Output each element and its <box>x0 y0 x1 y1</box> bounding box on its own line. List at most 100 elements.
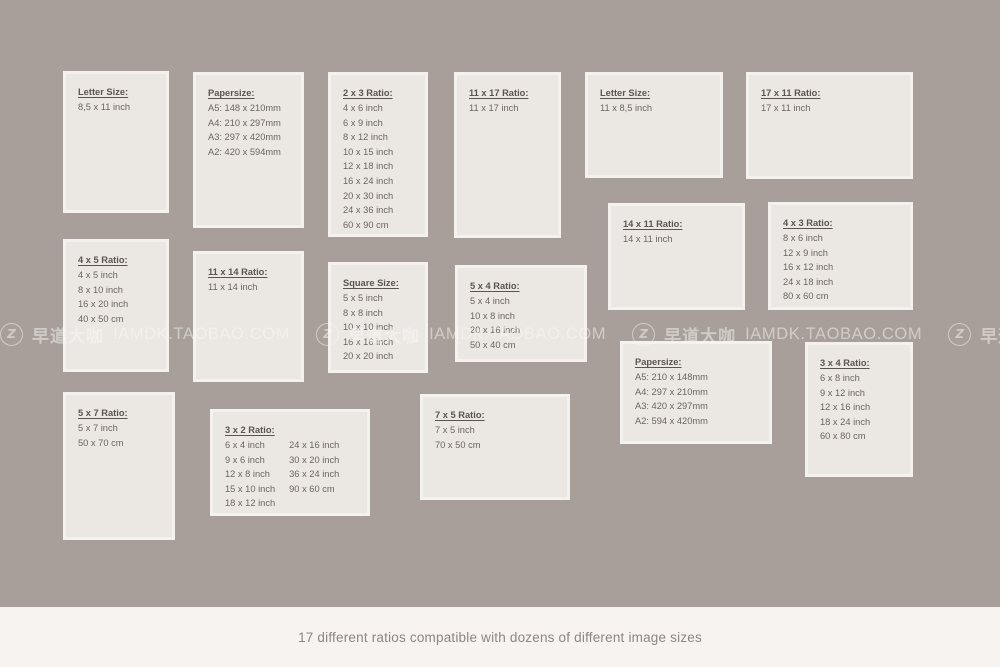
card-title: 2 x 3 Ratio: <box>343 88 393 98</box>
card-column-primary: Letter Size: 11 x 8,5 inch <box>600 86 652 169</box>
screenshot-stage: Letter Size: 8,5 x 11 inch Papersize: A5: 1… <box>0 0 1000 667</box>
card-size-line: 24 x 16 inch <box>289 440 340 450</box>
card-size-line: A5: 210 x 148mm <box>635 372 708 382</box>
card-content: 2 x 3 Ratio: 4 x 6 inch 6 x 9 inch 8 x 12 i… <box>331 75 425 234</box>
card-size-line: A5: 148 x 210mm <box>208 103 281 113</box>
ratio-card-square-size[interactable]: Square Size: 5 x 5 inch 8 x 8 inch 10 x 10 … <box>328 262 428 373</box>
card-size-line: 18 x 24 inch <box>820 416 871 427</box>
ratio-card-ratio-11x14[interactable]: 11 x 14 Ratio: 11 x 14 inch <box>193 251 304 382</box>
ratio-card-ratio-3x4[interactable]: 3 x 4 Ratio: 6 x 8 inch 9 x 12 inch 12 x 16… <box>805 342 913 477</box>
card-column-primary: Papersize: A5: 148 x 210mm A4: 210 x 297mm… <box>208 86 281 219</box>
card-size-line: 16 x 24 inch <box>343 175 394 186</box>
card-size-line: 16 x 12 inch <box>783 262 834 273</box>
card-size-line: 24 x 36 inch <box>343 205 394 216</box>
card-content: Square Size: 5 x 5 inch 8 x 8 inch 10 x 10 … <box>331 265 425 370</box>
card-size-line: 90 x 60 cm <box>289 483 335 494</box>
card-size-line: 8 x 10 inch <box>78 284 123 295</box>
card-column-secondary: 24 x 16 inch 30 x 20 inch 36 x 24 inch 90 x… <box>289 423 339 507</box>
card-content: 5 x 4 Ratio: 5 x 4 inch 10 x 8 inch 20 x 16… <box>458 268 584 359</box>
card-title: Papersize: <box>208 88 255 98</box>
card-size-line: 11 x 14 inch <box>208 282 258 292</box>
card-size-line: 5 x 7 inch <box>78 423 118 433</box>
card-content: 5 x 7 Ratio: 5 x 7 inch 50 x 70 cm <box>66 395 172 537</box>
ratio-card-ratio-5x4[interactable]: 5 x 4 Ratio: 5 x 4 inch 10 x 8 inch 20 x 16… <box>455 265 587 362</box>
card-content: Letter Size: 8,5 x 11 inch <box>66 74 166 210</box>
card-title: 11 x 14 Ratio: <box>208 267 268 277</box>
ratio-card-ratio-4x5[interactable]: 4 x 5 Ratio: 4 x 5 inch 8 x 10 inch 16 x 20… <box>63 239 169 372</box>
ratio-card-ratio-17x11[interactable]: 17 x 11 Ratio: 17 x 11 inch <box>746 72 913 179</box>
card-size-line: 30 x 20 inch <box>289 454 340 465</box>
card-size-line: 10 x 10 inch <box>343 322 394 333</box>
card-size-line: 4 x 5 inch <box>78 270 118 280</box>
card-content: 4 x 5 Ratio: 4 x 5 inch 8 x 10 inch 16 x 20… <box>66 242 166 369</box>
ratio-card-ratio-5x7[interactable]: 5 x 7 Ratio: 5 x 7 inch 50 x 70 cm <box>63 392 175 540</box>
card-content: 14 x 11 Ratio: 14 x 11 inch <box>611 206 742 307</box>
card-column-primary: 14 x 11 Ratio: 14 x 11 inch <box>623 217 682 301</box>
card-column-primary: 3 x 4 Ratio: 6 x 8 inch 9 x 12 inch 12 x 16… <box>820 356 870 468</box>
card-content: 4 x 3 Ratio: 8 x 6 inch 12 x 9 inch 16 x 12… <box>771 205 910 307</box>
card-size-line: 80 x 60 cm <box>783 291 829 302</box>
ratio-card-letter-size-portrait[interactable]: Letter Size: 8,5 x 11 inch <box>63 71 169 213</box>
card-content: Letter Size: 11 x 8,5 inch <box>588 75 720 175</box>
card-size-line: 24 x 18 inch <box>783 276 834 287</box>
card-size-line: 50 x 40 cm <box>470 339 516 350</box>
card-content: Papersize: A5: 148 x 210mm A4: 210 x 297mm… <box>196 75 301 225</box>
card-size-line: 20 x 20 inch <box>343 351 394 362</box>
card-column-primary: 3 x 2 Ratio: 6 x 4 inch 9 x 6 inch 12 x 8 i… <box>225 423 276 508</box>
card-size-line: 9 x 6 inch <box>225 454 265 465</box>
card-column-primary: 5 x 7 Ratio: 5 x 7 inch 50 x 70 cm <box>78 406 128 531</box>
card-size-line: 18 x 12 inch <box>225 498 276 509</box>
card-size-line: 7 x 5 inch <box>435 425 475 435</box>
card-content: 7 x 5 Ratio: 7 x 5 inch 70 x 50 cm <box>423 397 567 497</box>
card-title: 7 x 5 Ratio: <box>435 410 485 420</box>
card-size-line: 50 x 70 cm <box>78 437 124 448</box>
card-size-line: 5 x 5 inch <box>343 293 383 303</box>
card-size-line: 40 x 50 cm <box>78 313 124 324</box>
card-size-line: A3: 420 x 297mm <box>635 401 708 412</box>
card-content: 3 x 2 Ratio: 6 x 4 inch 9 x 6 inch 12 x 8 i… <box>213 412 367 513</box>
card-size-line: 5 x 4 inch <box>470 296 510 306</box>
card-size-line: 60 x 90 cm <box>343 219 389 230</box>
card-content: Papersize: A5: 210 x 148mm A4: 297 x 210mm… <box>623 344 769 441</box>
ratio-card-papersize-portrait[interactable]: Papersize: A5: 148 x 210mm A4: 210 x 297mm… <box>193 72 304 228</box>
card-column-primary: 2 x 3 Ratio: 4 x 6 inch 6 x 9 inch 8 x 12 i… <box>343 86 394 230</box>
card-size-line: 8 x 8 inch <box>343 307 383 318</box>
card-size-line: 12 x 16 inch <box>820 402 871 413</box>
ratio-card-ratio-4x3[interactable]: 4 x 3 Ratio: 8 x 6 inch 12 x 9 inch 16 x 12… <box>768 202 913 310</box>
card-size-line: 12 x 8 inch <box>225 469 270 480</box>
card-size-line: 4 x 6 inch <box>343 103 383 113</box>
card-column-primary: Square Size: 5 x 5 inch 8 x 8 inch 10 x 10 … <box>343 276 399 364</box>
card-size-line: 17 x 11 inch <box>761 103 811 113</box>
card-size-line: 70 x 50 cm <box>435 439 481 450</box>
card-column-primary: Letter Size: 8,5 x 11 inch <box>78 85 130 204</box>
ratio-card-ratio-14x11[interactable]: 14 x 11 Ratio: 14 x 11 inch <box>608 203 745 310</box>
card-content: 11 x 17 Ratio: 11 x 17 inch <box>457 75 558 235</box>
card-content: 17 x 11 Ratio: 17 x 11 inch <box>749 75 910 176</box>
card-content: 11 x 14 Ratio: 11 x 14 inch <box>196 254 301 379</box>
card-size-line: 8 x 12 inch <box>343 132 388 143</box>
card-title: 17 x 11 Ratio: <box>761 88 821 98</box>
card-title: 11 x 17 Ratio: <box>469 88 529 98</box>
card-size-line: 15 x 10 inch <box>225 483 276 494</box>
card-size-line: 6 x 4 inch <box>225 440 265 450</box>
ratio-card-ratio-2x3[interactable]: 2 x 3 Ratio: 4 x 6 inch 6 x 9 inch 8 x 12 i… <box>328 72 428 237</box>
ratio-card-ratio-3x2[interactable]: 3 x 2 Ratio: 6 x 4 inch 9 x 6 inch 12 x 8 i… <box>210 409 370 516</box>
ratio-card-papersize-landscape[interactable]: Papersize: A5: 210 x 148mm A4: 297 x 210mm… <box>620 341 772 444</box>
card-size-line: 6 x 9 inch <box>343 117 383 128</box>
card-size-line: 10 x 15 inch <box>343 146 394 157</box>
card-size-line: A4: 210 x 297mm <box>208 117 281 128</box>
ratio-card-ratio-11x17[interactable]: 11 x 17 Ratio: 11 x 17 inch <box>454 72 561 238</box>
card-size-line: 12 x 9 inch <box>783 247 828 258</box>
card-size-line: A3: 297 x 420mm <box>208 132 281 143</box>
card-column-primary: Papersize: A5: 210 x 148mm A4: 297 x 210mm… <box>635 355 708 435</box>
card-size-line: 16 x 20 inch <box>78 299 129 310</box>
card-title: 4 x 5 Ratio: <box>78 255 128 265</box>
ratio-card-ratio-7x5[interactable]: 7 x 5 Ratio: 7 x 5 inch 70 x 50 cm <box>420 394 570 500</box>
card-title: 3 x 4 Ratio: <box>820 358 870 368</box>
card-column-primary: 7 x 5 Ratio: 7 x 5 inch 70 x 50 cm <box>435 408 485 491</box>
card-column-primary: 5 x 4 Ratio: 5 x 4 inch 10 x 8 inch 20 x 16… <box>470 279 520 353</box>
card-title: 3 x 2 Ratio: <box>225 425 275 435</box>
ratio-card-letter-size-landscape[interactable]: Letter Size: 11 x 8,5 inch <box>585 72 723 178</box>
card-title: Papersize: <box>635 357 682 367</box>
card-title: 5 x 4 Ratio: <box>470 281 520 291</box>
